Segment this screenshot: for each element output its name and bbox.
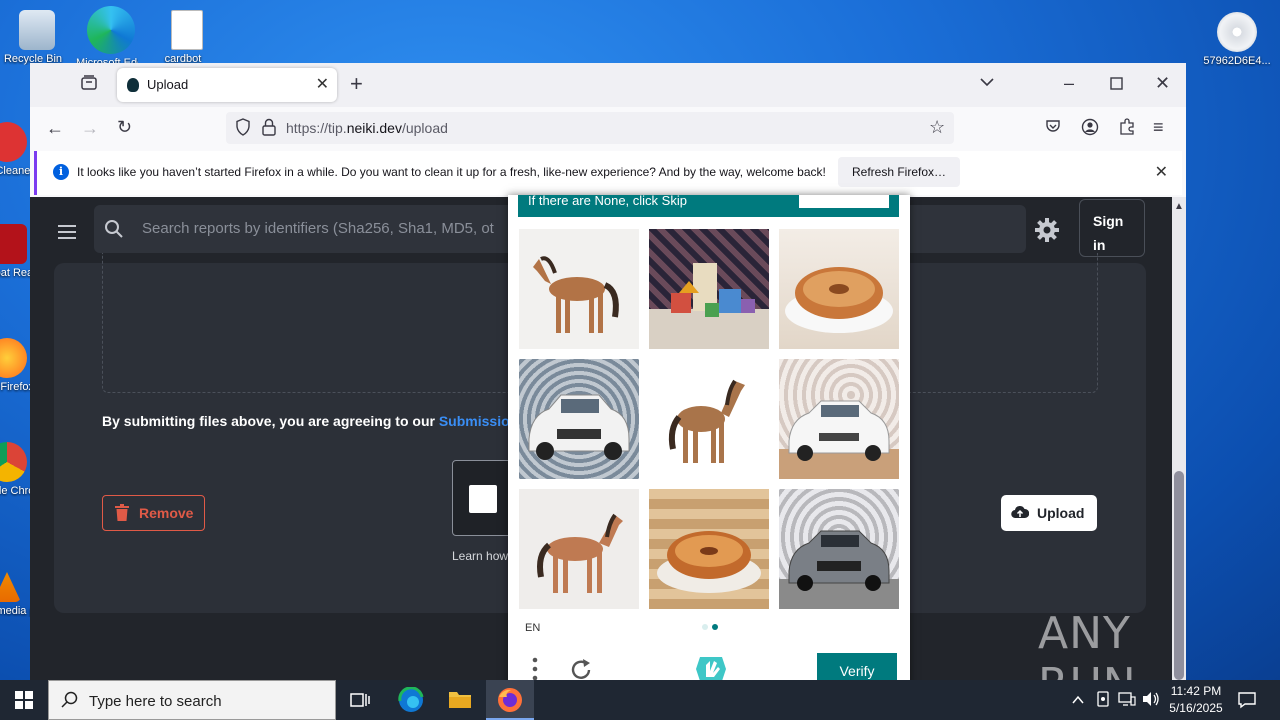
captcha-example-box [799,195,889,208]
account-icon[interactable] [1081,118,1099,140]
captcha-image-car[interactable] [779,489,899,609]
tray-device-icon[interactable] [1095,691,1111,711]
forward-arrow-icon[interactable]: → [81,118,99,138]
desktop-icon-recycle-bin[interactable]: Recycle Bin [2,10,72,65]
captcha-image-toy-blocks[interactable] [649,229,769,349]
search-icon [104,219,124,243]
vlc-icon [0,572,21,602]
hamburger-menu-icon[interactable] [58,225,76,239]
captcha-image-horse[interactable] [519,489,639,609]
captcha-challenge-dialog: If there are None, click Skip EN Verify [508,195,910,700]
desktop-icon-sample[interactable]: 57962D6E4... [1202,12,1272,67]
network-icon[interactable] [1118,691,1136,711]
system-clock[interactable]: 11:42 PM 5/16/2025 [1164,683,1228,717]
lock-icon[interactable] [262,118,276,140]
taskbar-search-placeholder: Type here to search [89,693,222,710]
close-window-icon[interactable]: ✕ [1155,73,1170,93]
back-arrow-icon[interactable]: ← [46,118,64,138]
captcha-image-donut[interactable] [779,229,899,349]
upload-label: Upload [1037,505,1085,521]
windows-start-icon[interactable] [15,691,33,713]
minimize-icon[interactable]: – [1064,73,1074,93]
learn-how-text[interactable]: Learn how [452,549,508,563]
notifications-icon[interactable] [1238,691,1256,713]
page-dot-2 [712,624,718,630]
disc-setup-icon [1217,12,1257,52]
tab-bar: Upload ✕ + – ✕ [30,63,1186,107]
edge-icon [87,6,135,54]
captcha-image-horse[interactable] [519,229,639,349]
clock-date: 5/16/2025 [1169,701,1223,715]
refresh-firefox-notification: i It looks like you haven’t started Fire… [34,151,1182,195]
clock-time: 11:42 PM [1170,684,1222,698]
captcha-image-car[interactable] [519,359,639,479]
new-tab-icon[interactable]: + [350,73,363,95]
captcha-header: If there are None, click Skip [518,195,899,217]
task-view-icon[interactable] [350,691,370,713]
pocket-icon[interactable] [1045,118,1061,138]
tab-overview-icon[interactable] [80,74,98,96]
settings-gear-icon[interactable] [1034,217,1060,247]
upload-button[interactable]: Upload [1001,495,1097,531]
image-file-icon [171,10,203,50]
page-dot-1 [702,624,708,630]
reload-icon[interactable]: ↻ [117,117,132,137]
desktop-icon-edge[interactable]: Microsoft Edge [76,6,146,69]
captcha-instruction: If there are None, click Skip [528,195,687,208]
firefox-icon [0,338,27,378]
volume-icon[interactable] [1142,691,1160,711]
chrome-icon [0,442,27,482]
taskbar-firefox-active[interactable] [486,680,534,720]
navigation-toolbar: ← → ↻ https://tip.neiki.dev/upload ☆ ≡ [30,107,1186,149]
captcha-image-donut[interactable] [649,489,769,609]
maximize-icon[interactable] [1110,75,1124,95]
taskbar-search-box[interactable]: Type here to search [48,680,336,720]
bookmark-star-icon[interactable]: ☆ [929,117,945,137]
language-selector[interactable]: EN [525,622,540,634]
remove-button[interactable]: Remove [102,495,205,531]
sign-in-label-line2: in [1093,237,1106,253]
tracking-shield-icon[interactable] [235,118,251,140]
taskbar-edge-icon[interactable] [398,686,424,717]
agree-text: By submitting files above, you are agree… [102,413,439,429]
show-hidden-icons-chevron-icon[interactable] [1071,691,1085,711]
desktop-icon-file[interactable]: cardbot [152,10,222,65]
terms-agreement-text: By submitting files above, you are agree… [102,413,518,429]
url-prefix: https://tip. [286,120,347,136]
ccleaner-icon [0,122,27,162]
captcha-image-horse[interactable] [649,359,769,479]
extensions-puzzle-icon[interactable] [1118,118,1136,140]
site-favicon-icon [127,78,139,92]
info-icon: i [53,164,69,180]
submission-terms-link[interactable]: Submission [439,413,518,429]
sign-in-button[interactable]: Sign in [1079,199,1145,257]
cloud-upload-icon [1011,503,1030,525]
widget-box[interactable] [452,460,512,536]
anyrun-watermark: ANY RUN [1038,608,1136,710]
url-text[interactable]: https://tip.neiki.dev/upload [286,120,448,136]
app-menu-icon[interactable]: ≡ [1153,117,1164,137]
tab-upload[interactable]: Upload ✕ [117,68,337,102]
captcha-image-car[interactable] [779,359,899,479]
refresh-firefox-button[interactable]: Refresh Firefox… [838,157,961,187]
sign-in-label-line1: Sign [1093,213,1124,229]
url-domain: neiki.dev [346,120,402,136]
close-notification-icon[interactable]: ✕ [1155,162,1168,182]
taskbar-firefox-icon [497,687,523,717]
scroll-up-arrow-icon[interactable]: ▲ [1174,197,1184,217]
trash-icon [115,504,129,526]
search-placeholder: Search reports by identifiers (Sha256, S… [142,220,494,237]
url-bar[interactable]: https://tip.neiki.dev/upload ☆ [226,112,954,144]
notification-message: It looks like you haven’t started Firefo… [77,165,826,179]
taskbar-file-explorer-icon[interactable] [448,688,472,714]
taskbar: Type here to search 11:42 PM 5/16/2025 [0,680,1280,720]
taskbar-search-icon [61,691,79,713]
close-tab-icon[interactable]: ✕ [316,74,329,94]
recycle-bin-icon [19,10,55,50]
remove-label: Remove [139,505,194,521]
list-all-tabs-chevron-icon[interactable] [979,74,995,94]
tab-title: Upload [147,77,189,92]
acrobat-icon [0,224,27,264]
url-path: /upload [401,120,448,136]
